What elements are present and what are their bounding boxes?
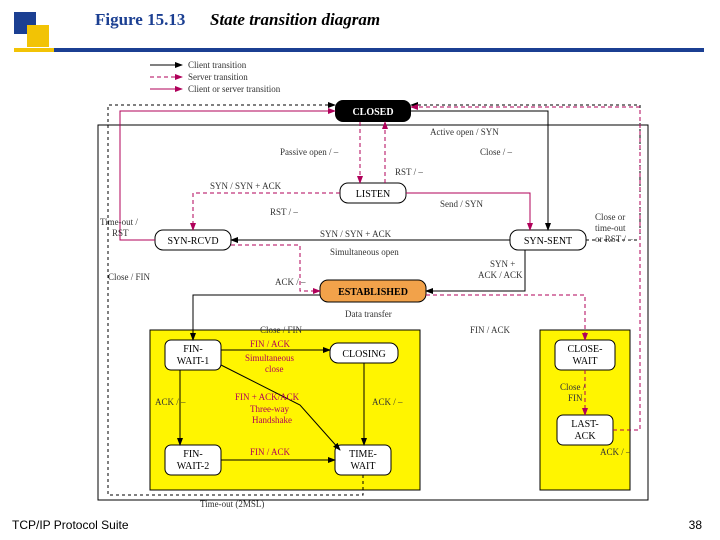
page-number: 38: [689, 518, 702, 532]
svg-text:ACK / ACK: ACK / ACK: [478, 270, 523, 280]
svg-text:LAST-: LAST-: [571, 419, 598, 430]
svg-text:CLOSING: CLOSING: [342, 349, 385, 360]
svg-text:FIN: FIN: [568, 393, 583, 403]
svg-text:TIME-: TIME-: [349, 449, 377, 460]
svg-text:FIN / ACK: FIN / ACK: [470, 325, 511, 335]
header-rule: [14, 48, 704, 52]
svg-text:SYN +: SYN +: [490, 259, 515, 269]
svg-text:RST / –: RST / –: [395, 167, 423, 177]
svg-text:WAIT: WAIT: [573, 356, 598, 367]
svg-text:RST / –: RST / –: [270, 207, 298, 217]
svg-text:SYN-SENT: SYN-SENT: [524, 236, 572, 247]
svg-text:Three-way: Three-way: [250, 404, 289, 414]
svg-text:Close / –: Close / –: [480, 147, 513, 157]
svg-text:Data transfer: Data transfer: [345, 309, 392, 319]
svg-text:Simultaneous open: Simultaneous open: [330, 247, 399, 257]
diagram: Client transition Server transition Clie…: [0, 55, 720, 515]
svg-text:FIN-: FIN-: [183, 449, 202, 460]
legend-server: Server transition: [188, 72, 248, 82]
svg-text:ACK: ACK: [574, 431, 596, 442]
svg-text:Close / FIN: Close / FIN: [108, 272, 151, 282]
svg-text:SYN / SYN + ACK: SYN / SYN + ACK: [320, 229, 392, 239]
svg-text:CLOSED: CLOSED: [352, 107, 393, 118]
header-notch: [14, 48, 54, 52]
svg-text:FIN-: FIN-: [183, 344, 202, 355]
svg-text:FIN + ACK/ACK: FIN + ACK/ACK: [235, 392, 300, 402]
svg-text:Simultaneous: Simultaneous: [245, 353, 294, 363]
svg-text:FIN / ACK: FIN / ACK: [250, 339, 291, 349]
svg-text:WAIT: WAIT: [351, 461, 376, 472]
svg-text:SYN-RCVD: SYN-RCVD: [167, 236, 218, 247]
svg-text:LISTEN: LISTEN: [356, 189, 390, 200]
svg-text:Close / FIN: Close / FIN: [260, 325, 303, 335]
figure-label: Figure 15.13: [95, 10, 185, 30]
svg-text:Passive open / –: Passive open / –: [280, 147, 339, 157]
svg-text:SYN / SYN + ACK: SYN / SYN + ACK: [210, 181, 282, 191]
svg-text:WAIT-2: WAIT-2: [177, 461, 209, 472]
svg-text:close: close: [265, 364, 284, 374]
figure-title: State transition diagram: [210, 10, 380, 30]
svg-text:Active open / SYN: Active open / SYN: [430, 127, 499, 137]
bullet-icon: [14, 12, 54, 52]
svg-text:or RST / –: or RST / –: [595, 234, 633, 244]
svg-text:Time-out (2MSL): Time-out (2MSL): [200, 499, 264, 509]
svg-text:ACK / –: ACK / –: [275, 277, 306, 287]
svg-text:Handshake: Handshake: [252, 415, 292, 425]
svg-text:ACK / –: ACK / –: [155, 397, 186, 407]
legend: Client transition Server transition Clie…: [150, 60, 281, 94]
legend-both: Client or server transition: [188, 84, 281, 94]
svg-text:Close /: Close /: [560, 382, 586, 392]
legend-client: Client transition: [188, 60, 247, 70]
svg-text:ACK / –: ACK / –: [600, 447, 631, 457]
svg-text:RST: RST: [112, 228, 129, 238]
svg-text:Close or: Close or: [595, 212, 625, 222]
svg-text:Send / SYN: Send / SYN: [440, 199, 484, 209]
slide: Figure 15.13 State transition diagram Cl…: [0, 0, 720, 540]
svg-text:ACK / –: ACK / –: [372, 397, 403, 407]
svg-text:CLOSE-: CLOSE-: [568, 344, 603, 355]
svg-text:FIN / ACK: FIN / ACK: [250, 447, 291, 457]
svg-text:Time-out /: Time-out /: [100, 217, 138, 227]
svg-text:WAIT-1: WAIT-1: [177, 356, 209, 367]
svg-text:time-out: time-out: [595, 223, 626, 233]
svg-text:ESTABLISHED: ESTABLISHED: [338, 287, 408, 298]
footer-text: TCP/IP Protocol Suite: [12, 518, 129, 532]
